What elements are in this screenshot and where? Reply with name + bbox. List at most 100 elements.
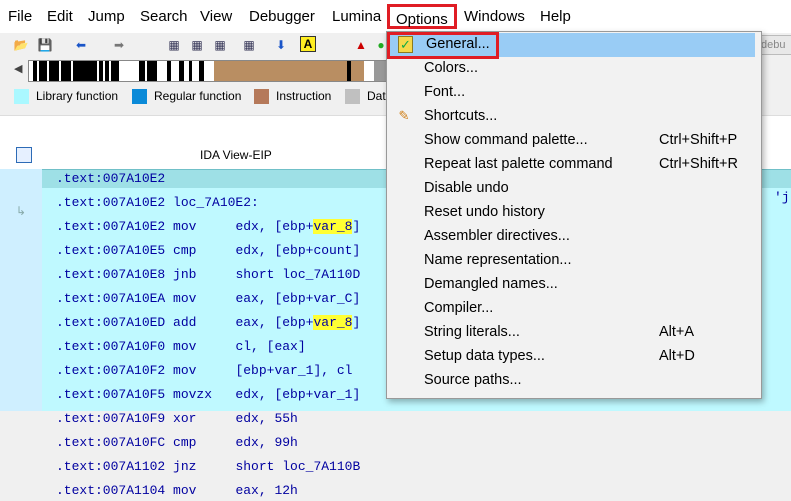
menu-item-compiler[interactable]: Compiler... — [387, 297, 761, 321]
forward-icon[interactable]: ➡ — [110, 36, 128, 54]
code-address: .text:007A10F5 — [56, 387, 166, 402]
code-mnemonic: mov — [165, 339, 197, 354]
menu-file[interactable]: File — [8, 8, 32, 25]
code-line[interactable]: .text:007A10ED add eax, [ebp+var_8] — [56, 313, 360, 333]
legend-swatch-library — [14, 89, 29, 104]
code-mnemonic: jnz — [165, 459, 197, 474]
code-address: .text:007A10E5 — [56, 243, 166, 258]
disassembly-view-icon — [16, 147, 32, 163]
menu-item-setup-data-types[interactable]: Setup data types... Alt+D — [387, 345, 761, 369]
menu-item-label: Repeat last palette command — [424, 156, 613, 172]
code-operand: eax, [ebp+ — [196, 315, 314, 330]
xref-icon[interactable]: ▦ — [240, 36, 258, 54]
menu-item-label: Reset undo history — [424, 204, 545, 220]
code-address: .text:007A10E2 — [56, 195, 166, 210]
code-address: .text:007A1104 — [56, 483, 166, 498]
nav-left-arrow-icon[interactable]: ◀ — [14, 62, 22, 75]
debugger-tab-partial[interactable]: debu — [760, 35, 791, 55]
binary-search-icon[interactable]: ▦ — [165, 36, 183, 54]
back-icon[interactable]: ⬅ — [72, 36, 90, 54]
menu-item-label: Demangled names... — [424, 276, 558, 292]
menu-item-reset-undo-history[interactable]: Reset undo history — [387, 201, 761, 225]
code-mnemonic: mov — [165, 291, 197, 306]
legend-swatch-regular — [132, 89, 147, 104]
menu-item-label: Show command palette... — [424, 132, 588, 148]
menu-item-label: Source paths... — [424, 372, 522, 388]
menu-item-label: Font... — [424, 84, 466, 100]
code-operand-tail: ] — [352, 219, 361, 234]
menu-item-font[interactable]: Font... — [387, 81, 761, 105]
open-icon[interactable]: 📂 — [12, 36, 30, 54]
menu-search[interactable]: Search — [140, 8, 188, 25]
code-mnemonic: jnb — [165, 267, 197, 282]
code-address: .text:007A10E2 — [56, 171, 166, 186]
legend-label-instruction: Instruction — [276, 89, 332, 103]
code-line[interactable]: .text:007A1104 mov eax, 12h — [56, 481, 298, 501]
code-line[interactable]: .text:007A10EA mov eax, [ebp+var_C] — [56, 289, 360, 309]
code-line[interactable]: .text:007A10E2 mov edx, [ebp+var_8] — [56, 217, 360, 237]
navigation-strip[interactable] — [28, 60, 390, 82]
code-mnemonic: cmp — [165, 435, 197, 450]
menu-bar: File Edit Jump Search View Debugger Lumi… — [0, 0, 791, 33]
code-operand: edx, [ebp+ — [196, 219, 314, 234]
menu-item-label: Setup data types... — [424, 348, 545, 364]
highlighted-identifier[interactable]: var_8 — [313, 219, 353, 234]
code-operand: short loc_7A110B — [196, 459, 361, 474]
menu-item-label: Name representation... — [424, 252, 572, 268]
code-line[interactable]: .text:007A10F0 mov cl, [eax] — [56, 337, 306, 357]
menu-options[interactable]: Options — [387, 4, 457, 29]
text-search-icon[interactable]: ▦ — [188, 36, 206, 54]
menu-item-shortcut: Ctrl+Shift+P — [659, 132, 738, 148]
menu-item-colors[interactable]: Colors... — [387, 57, 761, 81]
menu-item-show-command-palette[interactable]: Show command palette... Ctrl+Shift+P — [387, 129, 761, 153]
code-address: .text:007A10F0 — [56, 339, 166, 354]
menu-item-source-paths[interactable]: Source paths... — [387, 369, 761, 393]
jump-down-icon[interactable]: ⬇ — [272, 36, 290, 54]
menu-jump[interactable]: Jump — [88, 8, 125, 25]
code-line[interactable]: .text:007A1102 jnz short loc_7A110B — [56, 457, 360, 477]
code-line[interactable]: .text:007A10E2 loc_7A10E2: — [56, 193, 259, 213]
menu-item-shortcuts[interactable]: ✎ Shortcuts... — [387, 105, 761, 129]
code-operand: edx, [ebp+var_1] — [212, 387, 361, 402]
code-mnemonic: xor — [165, 411, 197, 426]
partial-text-right: 'j — [774, 190, 790, 205]
text-mode-icon[interactable]: A — [300, 36, 316, 52]
code-operand: eax, [ebp+var_C] — [196, 291, 361, 306]
menu-item-name-representation[interactable]: Name representation... — [387, 249, 761, 273]
code-address: .text:007A10ED — [56, 315, 166, 330]
save-icon[interactable]: 💾 — [36, 36, 54, 54]
menu-debugger[interactable]: Debugger — [249, 8, 315, 25]
menu-help[interactable]: Help — [540, 8, 571, 25]
code-line[interactable]: .text:007A10F9 xor edx, 55h — [56, 409, 298, 429]
menu-item-disable-undo[interactable]: Disable undo — [387, 177, 761, 201]
code-line[interactable]: .text:007A10F5 movzx edx, [ebp+var_1] — [56, 385, 360, 405]
legend-label-library: Library function — [36, 89, 119, 103]
tab-title: IDA View-EIP — [200, 148, 272, 162]
code-line[interactable]: .text:007A10E5 cmp edx, [ebp+count] — [56, 241, 360, 261]
code-mnemonic: mov — [165, 363, 197, 378]
menu-item-repeat-last-palette-command[interactable]: Repeat last palette command Ctrl+Shift+R — [387, 153, 761, 177]
flow-arrow-icon: ↳ — [16, 204, 27, 218]
menu-edit[interactable]: Edit — [47, 8, 73, 25]
code-operand: eax, 12h — [196, 483, 298, 498]
code-address: .text:007A10F2 — [56, 363, 166, 378]
menu-item-string-literals[interactable]: String literals... Alt+A — [387, 321, 761, 345]
code-line[interactable]: .text:007A10E8 jnb short loc_7A110D — [56, 265, 360, 285]
code-line[interactable]: .text:007A10FC cmp edx, 99h — [56, 433, 298, 453]
immediate-search-icon[interactable]: ▦ — [211, 36, 229, 54]
menu-item-shortcut: Alt+D — [659, 348, 695, 364]
code-address: .text:007A10FC — [56, 435, 166, 450]
warning-icon[interactable]: ▲ — [352, 36, 370, 54]
highlighted-identifier[interactable]: var_8 — [313, 315, 353, 330]
code-line[interactable]: .text:007A10E2 — [56, 169, 165, 189]
menu-windows[interactable]: Windows — [464, 8, 525, 25]
menu-lumina[interactable]: Lumina — [332, 8, 381, 25]
general-highlight-box — [387, 32, 499, 59]
menu-view[interactable]: View — [200, 8, 232, 25]
legend-swatch-data — [345, 89, 360, 104]
code-operand: edx, 55h — [196, 411, 298, 426]
menu-item-assembler-directives[interactable]: Assembler directives... — [387, 225, 761, 249]
code-line[interactable]: .text:007A10F2 mov [ebp+var_1], cl — [56, 361, 352, 381]
menu-item-demangled-names[interactable]: Demangled names... — [387, 273, 761, 297]
menu-item-label: Assembler directives... — [424, 228, 570, 244]
